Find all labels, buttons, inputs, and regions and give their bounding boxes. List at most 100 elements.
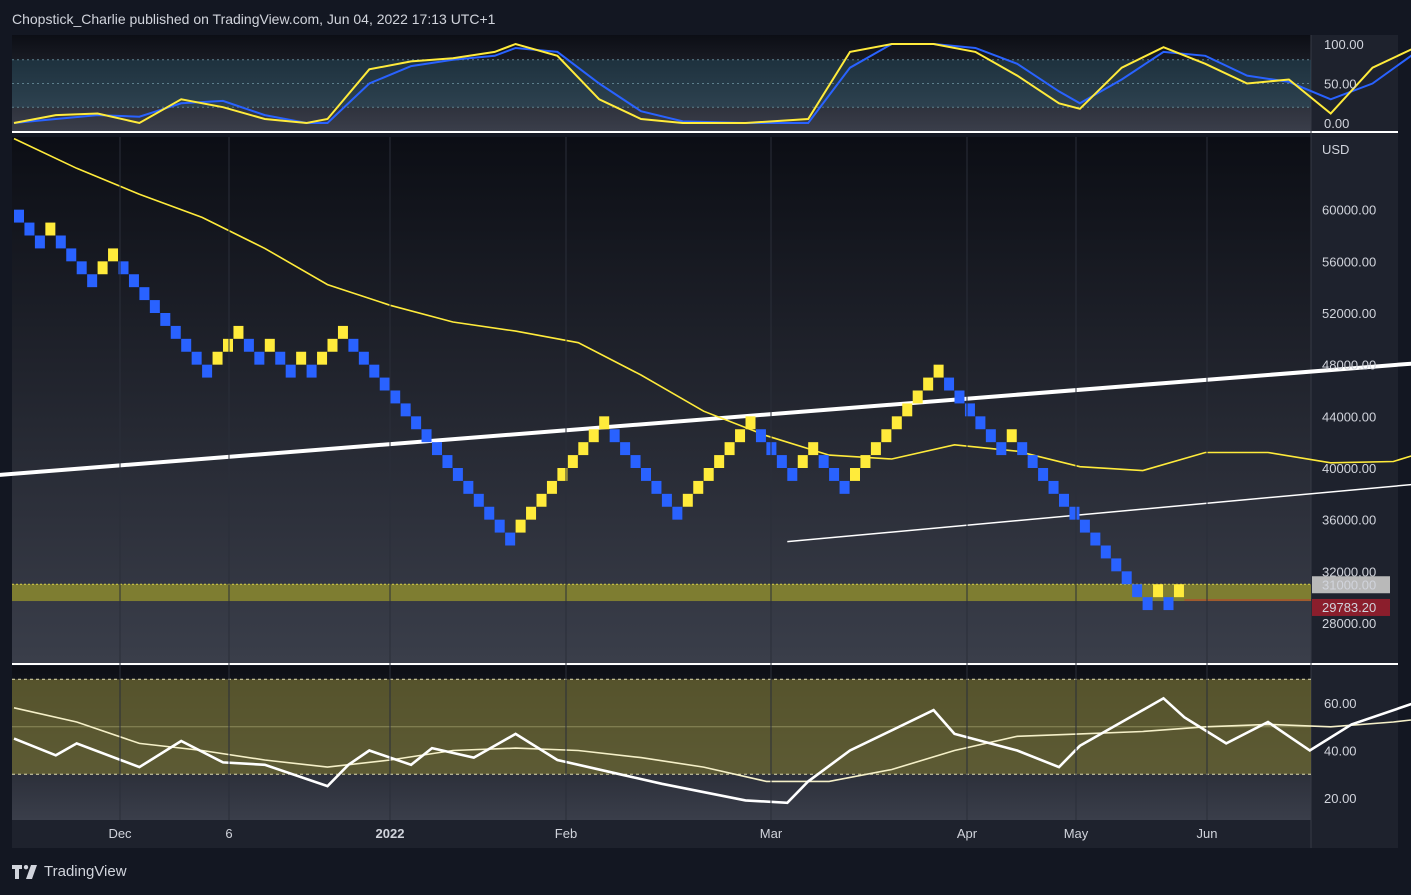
renko-brick-down — [149, 300, 160, 313]
renko-brick-up — [860, 455, 871, 468]
time-tick-label: Feb — [555, 826, 577, 841]
support-zone — [12, 584, 1311, 602]
renko-brick-up — [536, 493, 547, 507]
renko-brick-down — [985, 429, 996, 443]
renko-brick-up — [724, 442, 735, 456]
time-tick-label: Dec — [108, 826, 132, 841]
price-tick-label: 60000.00 — [1322, 203, 1376, 218]
stoch-tick-label: 0.00 — [1324, 116, 1349, 131]
price-tick-label: 36000.00 — [1322, 513, 1376, 528]
renko-brick-down — [1090, 532, 1101, 546]
renko-brick-up — [902, 403, 913, 417]
renko-brick-down — [672, 506, 683, 520]
stoch-tick-label: 100.00 — [1324, 37, 1364, 52]
renko-brick-down — [202, 364, 213, 378]
renko-brick-down — [1111, 558, 1122, 572]
time-tick-label: Jun — [1197, 826, 1218, 841]
renko-brick-down — [348, 338, 359, 352]
renko-brick-down — [55, 235, 66, 249]
renko-brick-up — [327, 338, 338, 352]
renko-brick-up — [337, 325, 348, 339]
renko-brick-up — [703, 468, 714, 481]
renko-brick-up — [891, 416, 902, 430]
renko-brick-up — [233, 325, 244, 339]
renko-brick-down — [243, 338, 254, 352]
renko-brick-down — [620, 442, 631, 456]
renko-brick-up — [45, 222, 56, 236]
time-tick-label: 2022 — [376, 826, 405, 841]
renko-brick-down — [839, 480, 850, 494]
renko-brick-down — [34, 235, 45, 249]
renko-brick-up — [515, 519, 526, 533]
renko-brick-down — [87, 274, 98, 288]
renko-brick-down — [787, 468, 798, 481]
renko-brick-down — [379, 377, 390, 391]
renko-brick-down — [66, 248, 77, 262]
price-tick-label: 40000.00 — [1322, 461, 1376, 476]
renko-brick-down — [1038, 468, 1049, 481]
renko-brick-down — [191, 351, 202, 365]
renko-brick-down — [996, 442, 1007, 456]
renko-brick-up — [578, 442, 589, 456]
renko-brick-down — [1132, 584, 1143, 598]
rsi-tick-label: 20.00 — [1324, 791, 1357, 806]
renko-brick-down — [463, 480, 474, 494]
renko-brick-down — [630, 455, 641, 468]
renko-brick-up — [108, 248, 119, 262]
renko-brick-down — [128, 274, 139, 288]
renko-brick-up — [735, 429, 746, 443]
renko-brick-down — [306, 364, 317, 378]
renko-brick-down — [411, 416, 422, 430]
renko-brick-down — [975, 416, 986, 430]
renko-brick-up — [296, 351, 307, 365]
renko-brick-down — [160, 313, 171, 326]
renko-brick-up — [912, 390, 923, 404]
renko-brick-down — [651, 480, 662, 494]
renko-brick-down — [505, 532, 516, 546]
renko-brick-up — [546, 480, 557, 494]
renko-brick-down — [170, 325, 181, 339]
renko-brick-down — [494, 519, 505, 533]
tradingview-logo-icon — [12, 864, 38, 879]
renko-brick-down — [1027, 455, 1038, 468]
currency-label: USD — [1322, 142, 1349, 157]
renko-brick-down — [755, 429, 766, 443]
renko-brick-up — [97, 261, 108, 275]
renko-brick-down — [24, 222, 35, 236]
renko-brick-down — [369, 364, 380, 378]
renko-brick-down — [1048, 480, 1059, 494]
renko-brick-down — [452, 468, 463, 481]
renko-brick-down — [1059, 493, 1069, 507]
renko-brick-down — [609, 429, 620, 443]
price-tick-label: 48000.00 — [1322, 358, 1376, 373]
renko-brick-down — [1163, 597, 1174, 611]
renko-brick-up — [682, 493, 693, 507]
time-tick-label: May — [1064, 826, 1089, 841]
renko-brick-up — [1006, 429, 1017, 443]
renko-brick-up — [317, 351, 328, 365]
price-tick-label: 56000.00 — [1322, 254, 1376, 269]
rsi-tick-label: 40.00 — [1324, 744, 1357, 759]
renko-brick-up — [212, 351, 223, 365]
renko-brick-down — [954, 390, 965, 404]
tradingview-footer[interactable]: TradingView — [12, 863, 127, 880]
chart-canvas[interactable]: 100.00 50.00 0.00 USD 60000.00 56000.00 52000.… — [0, 0, 1411, 895]
renko-brick-down — [1142, 597, 1153, 611]
renko-brick-down — [776, 455, 787, 468]
stoch-tick-label: 50.00 — [1324, 77, 1357, 92]
renko-brick-up — [1173, 584, 1184, 598]
renko-brick-down — [473, 493, 484, 507]
renko-brick-down — [358, 351, 369, 365]
renko-brick-up — [599, 416, 610, 430]
renko-brick-down — [1017, 442, 1028, 456]
renko-brick-up — [923, 377, 934, 391]
renko-brick-down — [1069, 506, 1080, 520]
renko-brick-down — [1121, 571, 1132, 585]
renko-brick-up — [714, 455, 725, 468]
renko-brick-down — [442, 455, 453, 468]
renko-brick-down — [944, 377, 955, 391]
renko-brick-down — [275, 351, 286, 365]
renko-brick-up — [881, 429, 892, 443]
renko-brick-up — [1153, 584, 1164, 598]
renko-brick-down — [285, 364, 296, 378]
